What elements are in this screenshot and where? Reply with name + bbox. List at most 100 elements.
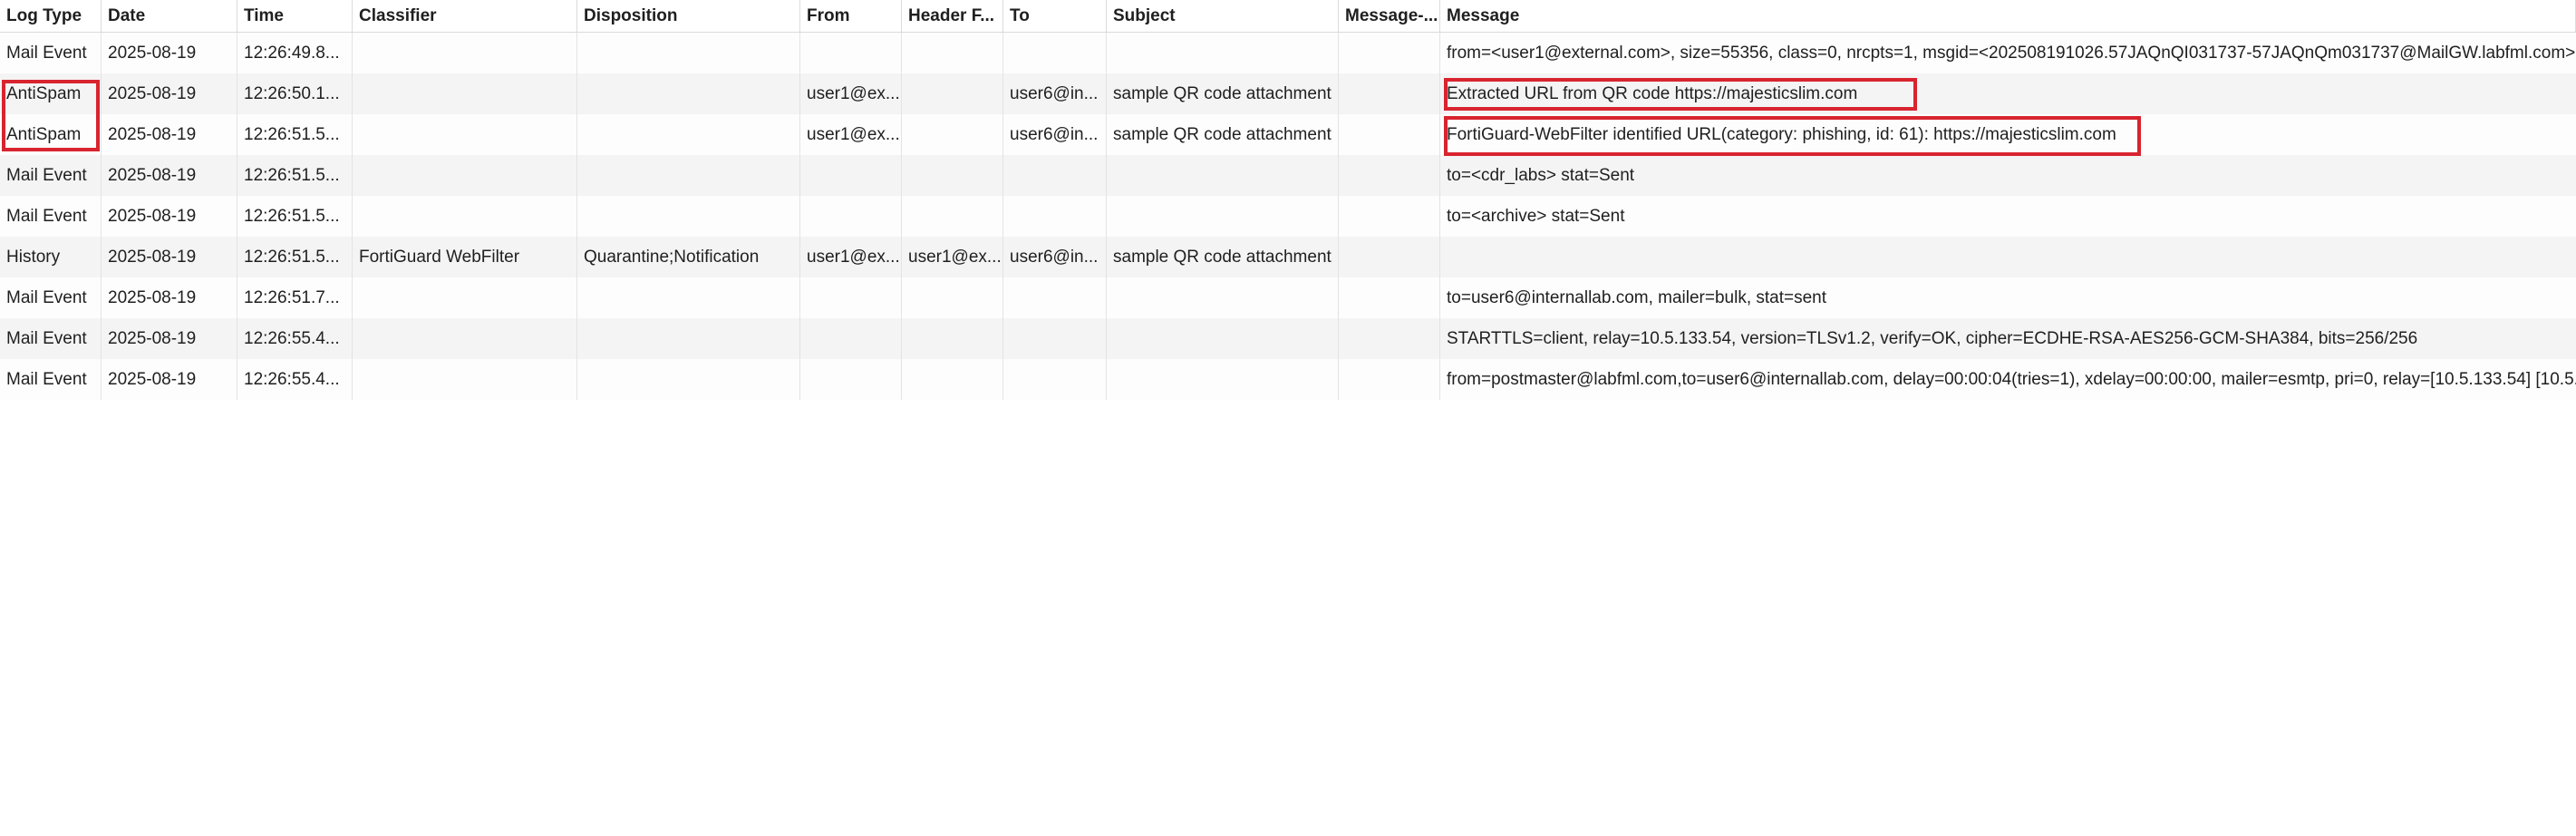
cell-log-type: Mail Event (0, 196, 102, 237)
table-row[interactable]: AntiSpam 2025-08-19 12:26:50.1... user1@… (0, 73, 2576, 114)
cell-classifier (353, 359, 577, 400)
log-table: Log Type Date Time Classifier Dispositio… (0, 0, 2576, 400)
cell-log-type: History (0, 237, 102, 277)
cell-to (1003, 277, 1107, 318)
column-header-time[interactable]: Time (237, 0, 353, 32)
cell-log-type: Mail Event (0, 318, 102, 359)
cell-header-from (902, 277, 1003, 318)
column-header-disposition[interactable]: Disposition (577, 0, 800, 32)
cell-message (1440, 237, 2576, 277)
column-header-date[interactable]: Date (102, 0, 237, 32)
cell-time: 12:26:51.5... (237, 196, 353, 237)
table-row[interactable]: Mail Event 2025-08-19 12:26:49.8... from… (0, 33, 2576, 73)
cell-log-type: Mail Event (0, 155, 102, 196)
cell-date: 2025-08-19 (102, 318, 237, 359)
cell-message-id (1339, 114, 1440, 155)
cell-message: from=<user1@external.com>, size=55356, c… (1447, 43, 2576, 63)
cell-from (800, 196, 902, 237)
cell-header-from (902, 33, 1003, 73)
cell-from (800, 155, 902, 196)
table-row[interactable]: History 2025-08-19 12:26:51.5... FortiGu… (0, 237, 2576, 277)
cell-header-from (902, 318, 1003, 359)
table-row[interactable]: Mail Event 2025-08-19 12:26:51.5... to=<… (0, 196, 2576, 237)
cell-date: 2025-08-19 (102, 73, 237, 114)
table-header: Log Type Date Time Classifier Dispositio… (0, 0, 2576, 33)
cell-message-id (1339, 277, 1440, 318)
table-row[interactable]: Mail Event 2025-08-19 12:26:55.4... STAR… (0, 318, 2576, 359)
cell-header-from (902, 73, 1003, 114)
cell-message: STARTTLS=client, relay=10.5.133.54, vers… (1447, 328, 2418, 348)
cell-message: to=user6@internallab.com, mailer=bulk, s… (1447, 287, 1827, 307)
cell-classifier (353, 318, 577, 359)
cell-subject: sample QR code attachment (1107, 114, 1339, 155)
cell-message: from=postmaster@labfml.com,to=user6@inte… (1447, 369, 2576, 389)
cell-date: 2025-08-19 (102, 196, 237, 237)
cell-subject (1107, 359, 1339, 400)
cell-log-type: Mail Event (0, 277, 102, 318)
cell-date: 2025-08-19 (102, 359, 237, 400)
cell-subject: sample QR code attachment (1107, 73, 1339, 114)
cell-to (1003, 196, 1107, 237)
cell-time: 12:26:49.8... (237, 33, 353, 73)
cell-subject (1107, 196, 1339, 237)
table-row[interactable]: Mail Event 2025-08-19 12:26:51.5... to=<… (0, 155, 2576, 196)
cell-time: 12:26:51.7... (237, 277, 353, 318)
cell-log-type: Mail Event (0, 359, 102, 400)
table-row[interactable]: Mail Event 2025-08-19 12:26:55.4... from… (0, 359, 2576, 400)
cell-log-type: AntiSpam (0, 114, 102, 155)
cell-subject (1107, 33, 1339, 73)
cell-to: user6@in... (1003, 73, 1107, 114)
cell-header-from (902, 196, 1003, 237)
cell-to (1003, 155, 1107, 196)
column-header-header-from[interactable]: Header F... (902, 0, 1003, 32)
cell-classifier (353, 114, 577, 155)
cell-time: 12:26:50.1... (237, 73, 353, 114)
cell-time: 12:26:55.4... (237, 359, 353, 400)
cell-date: 2025-08-19 (102, 33, 237, 73)
cell-date: 2025-08-19 (102, 237, 237, 277)
cell-classifier (353, 155, 577, 196)
column-header-to[interactable]: To (1003, 0, 1107, 32)
cell-time: 12:26:55.4... (237, 318, 353, 359)
cell-message-id (1339, 196, 1440, 237)
cell-message: Extracted URL from QR code https://majes… (1447, 83, 1858, 103)
table-row[interactable]: AntiSpam 2025-08-19 12:26:51.5... user1@… (0, 114, 2576, 155)
cell-classifier (353, 73, 577, 114)
cell-subject (1107, 277, 1339, 318)
cell-header-from (902, 114, 1003, 155)
column-header-from[interactable]: From (800, 0, 902, 32)
cell-disposition (577, 33, 800, 73)
cell-time: 12:26:51.5... (237, 237, 353, 277)
cell-log-type: Mail Event (0, 33, 102, 73)
column-header-message[interactable]: Message (1440, 0, 2576, 32)
cell-header-from (902, 155, 1003, 196)
cell-disposition: Quarantine;Notification (577, 237, 800, 277)
cell-classifier (353, 196, 577, 237)
column-header-subject[interactable]: Subject (1107, 0, 1339, 32)
cell-message: to=<cdr_labs> stat=Sent (1447, 165, 1635, 185)
column-header-log-type[interactable]: Log Type (0, 0, 102, 32)
cell-message: FortiGuard-WebFilter identified URL(cate… (1447, 124, 2116, 144)
column-header-message-id[interactable]: Message-... (1339, 0, 1440, 32)
cell-to: user6@in... (1003, 114, 1107, 155)
cell-subject (1107, 318, 1339, 359)
column-header-classifier[interactable]: Classifier (353, 0, 577, 32)
cell-classifier (353, 277, 577, 318)
cell-message-id (1339, 318, 1440, 359)
cell-log-type: AntiSpam (0, 73, 102, 114)
cell-message-id (1339, 33, 1440, 73)
cell-disposition (577, 318, 800, 359)
cell-classifier (353, 33, 577, 73)
cell-from (800, 277, 902, 318)
table-row[interactable]: Mail Event 2025-08-19 12:26:51.7... to=u… (0, 277, 2576, 318)
cell-time: 12:26:51.5... (237, 114, 353, 155)
cell-message-id (1339, 359, 1440, 400)
cell-disposition (577, 196, 800, 237)
cell-from: user1@ex... (800, 237, 902, 277)
cell-disposition (577, 277, 800, 318)
cell-subject: sample QR code attachment (1107, 237, 1339, 277)
cell-disposition (577, 359, 800, 400)
cell-message-id (1339, 155, 1440, 196)
cell-from: user1@ex... (800, 114, 902, 155)
cell-to (1003, 359, 1107, 400)
